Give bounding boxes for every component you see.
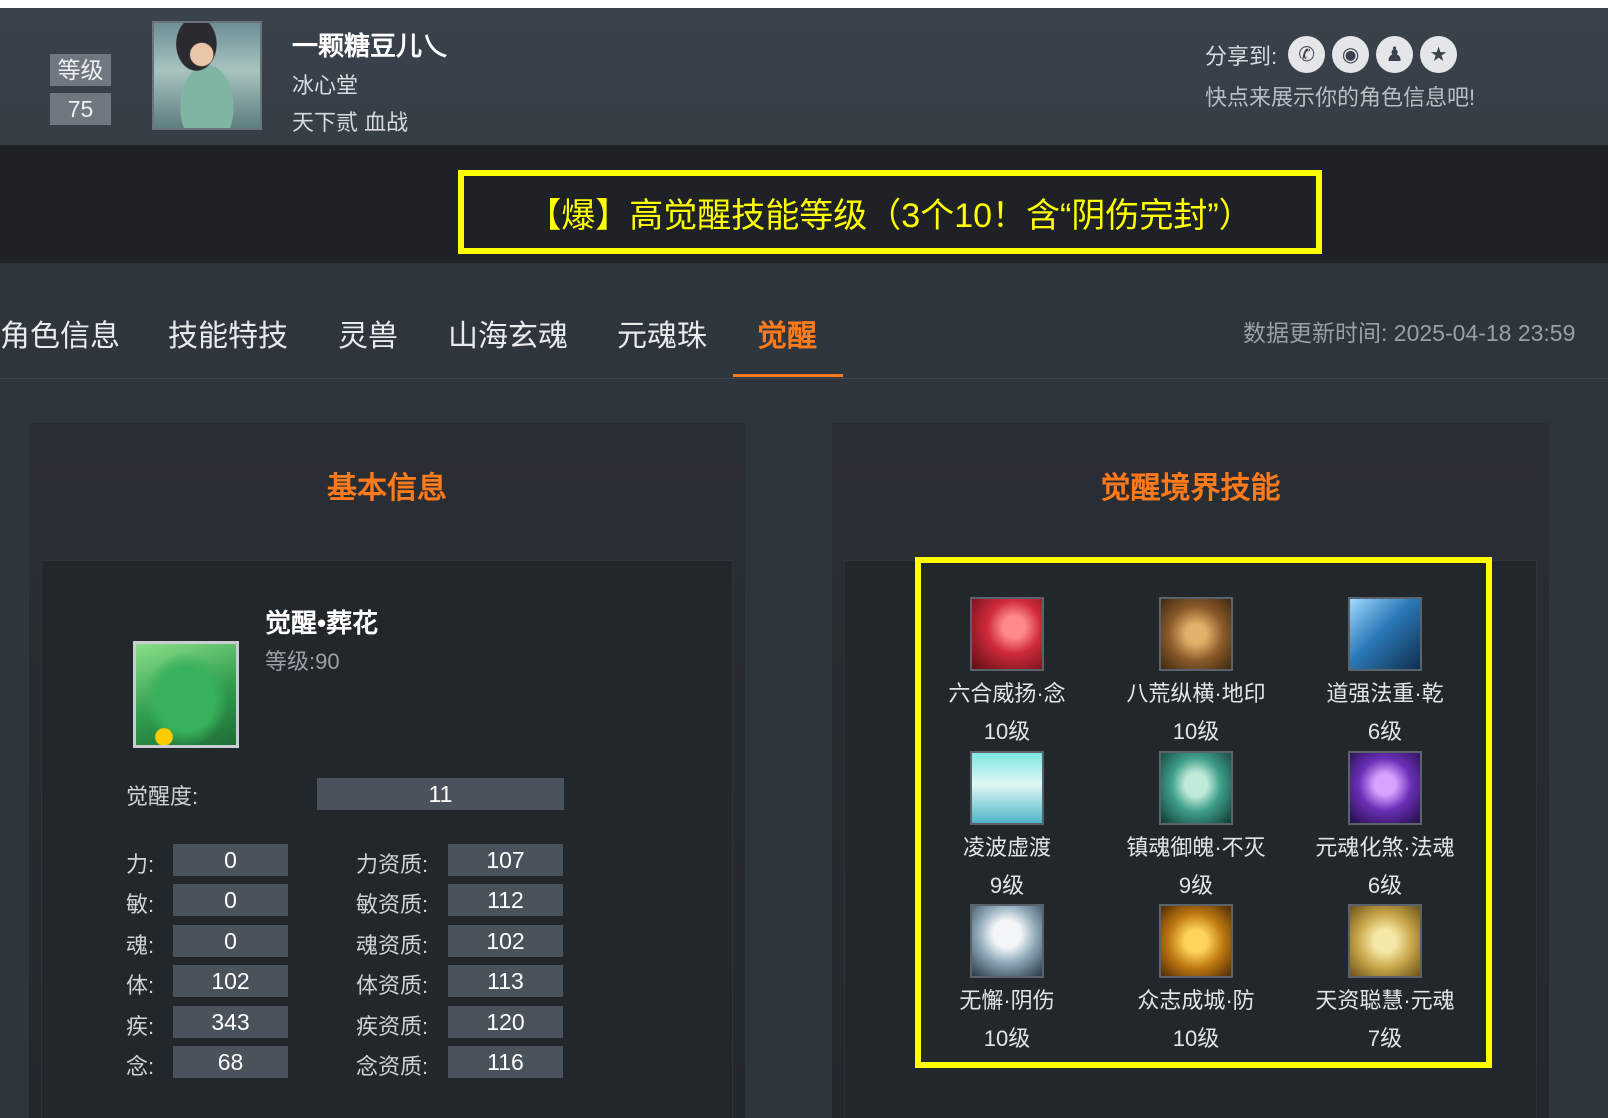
- share-bar: 分享到: ✆ ◉ ♟ ★: [1205, 36, 1458, 73]
- skill-icon: [1159, 597, 1233, 671]
- share-hint: 快点来展示你的角色信息吧!: [1205, 85, 1476, 110]
- skill-level: 6级: [1367, 719, 1403, 744]
- skill-icon: [1348, 597, 1422, 671]
- stat-value: 0: [173, 925, 288, 957]
- stat-label: 力:: [126, 852, 155, 877]
- skill-level: 10级: [983, 1026, 1031, 1051]
- aptitude-label: 魂资质:: [356, 933, 429, 958]
- skill-item[interactable]: 六合威扬·念 10级: [917, 597, 1097, 746]
- aptitude-value: 116: [448, 1046, 563, 1078]
- stat-value: 343: [173, 1006, 288, 1038]
- skill-icon: [970, 597, 1044, 671]
- stat-row: 力: 0 力资质: 107: [0, 844, 620, 877]
- skill-level: 6级: [1367, 873, 1403, 898]
- stat-row: 疾: 343 疾资质: 120: [0, 1006, 620, 1039]
- skill-icon: [1159, 904, 1233, 978]
- share-label: 分享到:: [1205, 43, 1278, 69]
- stat-value: 102: [173, 965, 288, 997]
- skill-item[interactable]: 道强法重·乾 6级: [1295, 597, 1475, 746]
- skill-item[interactable]: 无懈·阴伤 10级: [917, 904, 1097, 1053]
- aptitude-value: 102: [448, 925, 563, 957]
- awaken-icon: [133, 641, 239, 748]
- skill-item[interactable]: 天资聪慧·元魂 7级: [1295, 904, 1475, 1053]
- skill-icon: [1348, 751, 1422, 825]
- awaken-degree-label: 觉醒度:: [126, 784, 199, 809]
- skill-name: 道强法重·乾: [1326, 681, 1444, 706]
- stat-label: 念:: [126, 1054, 155, 1079]
- skill-name: 无懈·阴伤: [959, 988, 1055, 1013]
- character-guild: 冰心堂: [292, 73, 359, 98]
- skill-level: 9级: [989, 873, 1025, 898]
- stat-row: 魂: 0 魂资质: 102: [0, 925, 620, 958]
- stat-row: 敏: 0 敏资质: 112: [0, 884, 620, 917]
- tab-character-info[interactable]: 角色信息: [0, 311, 120, 355]
- tab-bar: 角色信息 技能特技 灵兽 山海玄魂 元魂珠 觉醒 数据更新时间: 2025-04…: [0, 263, 1608, 379]
- aptitude-value: 107: [448, 844, 563, 876]
- update-time: 数据更新时间: 2025-04-18 23:59: [1243, 320, 1576, 346]
- skill-icon: [970, 904, 1044, 978]
- tab-awakening[interactable]: 觉醒: [757, 311, 817, 355]
- qq-icon[interactable]: ♟: [1376, 36, 1414, 73]
- skill-icon: [1159, 751, 1233, 825]
- aptitude-value: 112: [448, 884, 563, 916]
- tab-shanhai-soul[interactable]: 山海玄魂: [448, 311, 568, 355]
- aptitude-value: 120: [448, 1006, 563, 1038]
- skill-level: 10级: [1172, 719, 1220, 744]
- aptitude-label: 疾资质:: [356, 1014, 429, 1039]
- aptitude-label: 体资质:: [356, 973, 429, 998]
- character-name: 一颗糖豆儿乀: [292, 31, 449, 61]
- level-value: 75: [50, 93, 111, 125]
- aptitude-label: 力资质:: [356, 852, 429, 877]
- awaken-skills-title: 觉醒境界技能: [1100, 472, 1281, 505]
- skill-item[interactable]: 众志成城·防 10级: [1106, 904, 1286, 1053]
- aptitude-value: 113: [448, 965, 563, 997]
- skill-level: 7级: [1367, 1026, 1403, 1051]
- skill-name: 六合威扬·念: [948, 681, 1066, 706]
- aptitude-label: 敏资质:: [356, 892, 429, 917]
- basic-info-title: 基本信息: [327, 472, 447, 505]
- tab-soul-bead[interactable]: 元魂珠: [617, 311, 707, 355]
- promo-banner: 【爆】高觉醒技能等级（3个10！含“阴伤完封”）: [458, 170, 1322, 254]
- qzone-icon[interactable]: ★: [1420, 36, 1458, 73]
- skill-level: 10级: [1172, 1026, 1220, 1051]
- stat-value: 68: [173, 1046, 288, 1078]
- stat-label: 魂:: [126, 933, 155, 958]
- tab-spirit-beast[interactable]: 灵兽: [338, 311, 398, 355]
- skill-item[interactable]: 元魂化煞·法魂 6级: [1295, 751, 1475, 900]
- skill-name: 镇魂御魄·不灭: [1126, 835, 1266, 860]
- tab-skills[interactable]: 技能特技: [168, 311, 288, 355]
- skill-name: 天资聪慧·元魂: [1315, 988, 1455, 1013]
- skill-icon: [970, 751, 1044, 825]
- skill-item[interactable]: 镇魂御魄·不灭 9级: [1106, 751, 1286, 900]
- skill-level: 10级: [983, 719, 1031, 744]
- stat-label: 疾:: [126, 1014, 155, 1039]
- stat-value: 0: [173, 884, 288, 916]
- stat-row: 体: 102 体资质: 113: [0, 965, 620, 998]
- skill-icon: [1348, 904, 1422, 978]
- awaken-degree-value: 11: [317, 778, 564, 810]
- character-avatar: [152, 21, 262, 130]
- stat-row: 念: 68 念资质: 116: [0, 1046, 620, 1079]
- skill-name: 凌波虚渡: [962, 835, 1051, 860]
- skill-level: 9级: [1178, 873, 1214, 898]
- weibo-icon[interactable]: ◉: [1332, 36, 1370, 73]
- skill-name: 众志成城·防: [1137, 988, 1255, 1013]
- character-server: 天下贰 血战: [292, 110, 409, 135]
- awaken-name: 觉醒•葬花: [265, 608, 379, 638]
- skill-name: 元魂化煞·法魂: [1315, 835, 1455, 860]
- skill-item[interactable]: 八荒纵横·地印 10级: [1106, 597, 1286, 746]
- level-badge: 等级 75: [50, 54, 111, 125]
- top-strip: [0, 0, 1608, 8]
- stat-value: 0: [173, 844, 288, 876]
- level-label: 等级: [50, 54, 111, 86]
- active-tab-underline: [733, 374, 843, 377]
- skill-item[interactable]: 凌波虚渡 9级: [917, 751, 1097, 900]
- stat-label: 体:: [126, 973, 155, 998]
- aptitude-label: 念资质:: [356, 1054, 429, 1079]
- skill-name: 八荒纵横·地印: [1126, 681, 1266, 706]
- stat-label: 敏:: [126, 892, 155, 917]
- awaken-level: 等级:90: [265, 649, 340, 674]
- wechat-icon[interactable]: ✆: [1288, 36, 1326, 73]
